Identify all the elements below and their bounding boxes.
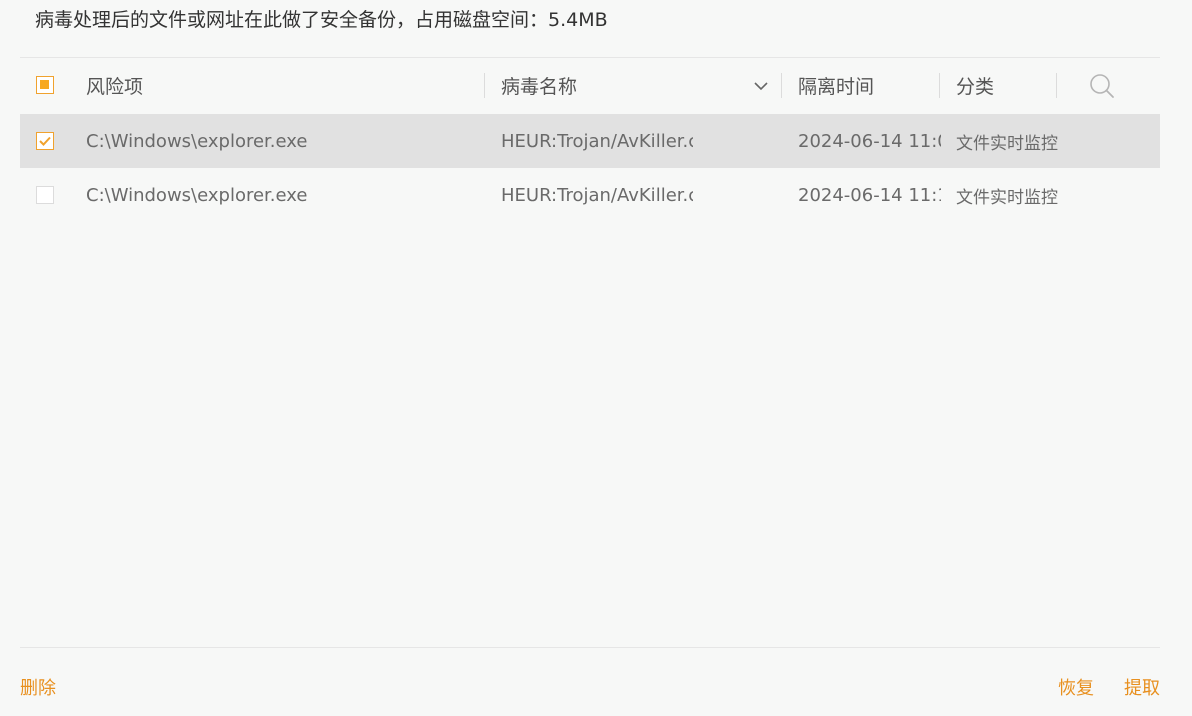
checkmark-icon [39,136,51,146]
chevron-down-icon[interactable] [751,76,771,96]
column-separator[interactable] [781,73,782,98]
column-separator[interactable] [484,73,485,98]
search-icon[interactable] [1088,72,1116,100]
table-row[interactable]: C:\Windows\explorer.exe HEUR:Trojan/AvKi… [20,114,1160,168]
header-quarantine-time: 隔离时间 [798,76,875,98]
extract-button[interactable]: 提取 [1124,674,1160,700]
row-virus-name: HEUR:Trojan/AvKiller.c [501,130,693,152]
bottom-divider [20,647,1160,648]
header-virus-name: 病毒名称 [501,76,578,98]
delete-button[interactable]: 删除 [20,674,56,700]
row-category: 文件实时监控 [956,187,1058,208]
column-separator[interactable] [1056,73,1057,98]
table-row[interactable]: C:\Windows\explorer.exe HEUR:Trojan/AvKi… [20,168,1160,222]
row-time: 2024-06-14 11:0 [798,130,941,152]
column-separator[interactable] [939,73,940,98]
row-time: 2024-06-14 11:1 [798,184,941,206]
backup-info-text: 病毒处理后的文件或网址在此做了安全备份，占用磁盘空间：5.4MB [35,9,608,31]
restore-button[interactable]: 恢复 [1058,674,1094,700]
row-path: C:\Windows\explorer.exe [86,184,308,206]
row-virus-name: HEUR:Trojan/AvKiller.c [501,184,693,206]
row-category: 文件实时监控 [956,133,1058,154]
row-path: C:\Windows\explorer.exe [86,130,308,152]
row-checkbox[interactable] [36,132,54,150]
table-header: 风险项 病毒名称 隔离时间 分类 [20,58,1160,113]
select-all-checkbox[interactable] [36,76,54,94]
header-category: 分类 [956,76,995,98]
row-checkbox[interactable] [36,186,54,204]
header-risk-item: 风险项 [86,76,144,98]
